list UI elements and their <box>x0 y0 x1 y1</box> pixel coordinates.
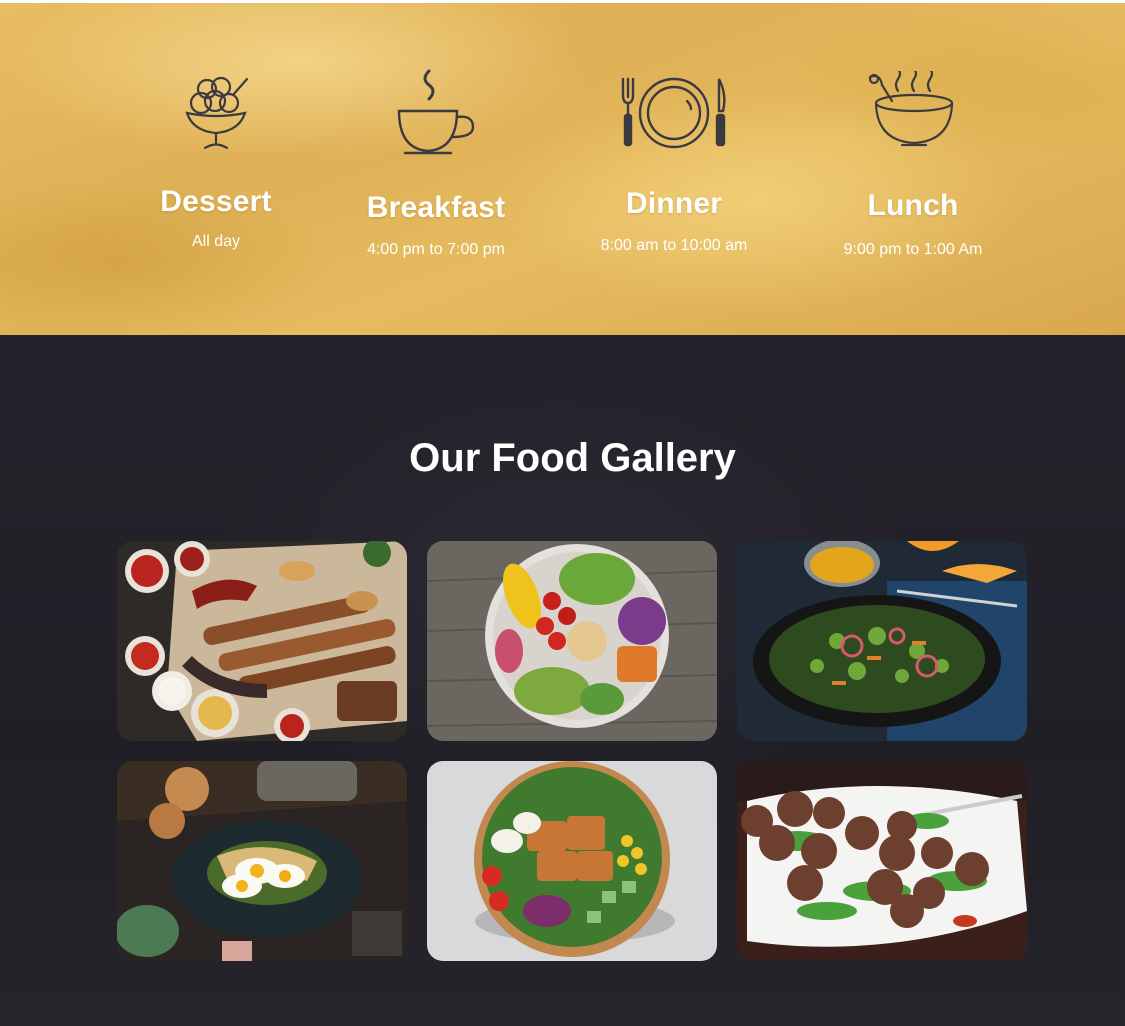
meal-lunch: Lunch 9:00 pm to 1:00 Am <box>803 71 1023 259</box>
meal-title: Lunch <box>867 189 959 222</box>
meal-dinner: Dinner 8:00 am to 10:00 am <box>564 75 784 255</box>
meal-time: 8:00 am to 10:00 am <box>600 237 748 254</box>
meal-title: Dessert <box>160 185 272 218</box>
gallery-image-kebab-platter[interactable] <box>117 541 407 741</box>
gallery-title: Our Food Gallery <box>409 436 736 480</box>
gallery-image-meatballs-plate[interactable] <box>737 761 1027 961</box>
meal-dessert: Dessert All day <box>106 73 326 251</box>
coffee-cup-icon <box>326 67 546 157</box>
meal-title: Breakfast <box>366 191 506 224</box>
meal-time: All day <box>191 233 241 250</box>
meal-title: Dinner <box>625 187 723 220</box>
meal-time: 9:00 pm to 1:00 Am <box>843 241 983 258</box>
gallery-image-salad-bowl[interactable] <box>427 541 717 741</box>
ice-cream-icon <box>106 73 326 153</box>
soup-bowl-icon <box>803 71 1023 153</box>
gallery-image-egg-avocado-plate[interactable] <box>117 761 407 961</box>
gallery-image-dark-plate-salad[interactable] <box>737 541 1027 741</box>
plate-cutlery-icon <box>564 75 784 151</box>
meal-times-section: Dessert All day Breakfast 4:00 pm to 7:0… <box>0 3 1125 335</box>
meal-breakfast: Breakfast 4:00 pm to 7:00 pm <box>326 67 546 259</box>
gallery-image-tofu-salad-bowl[interactable] <box>427 761 717 961</box>
food-gallery-section: Our Food Gallery <box>0 335 1125 1026</box>
meal-time: 4:00 pm to 7:00 pm <box>367 241 505 258</box>
